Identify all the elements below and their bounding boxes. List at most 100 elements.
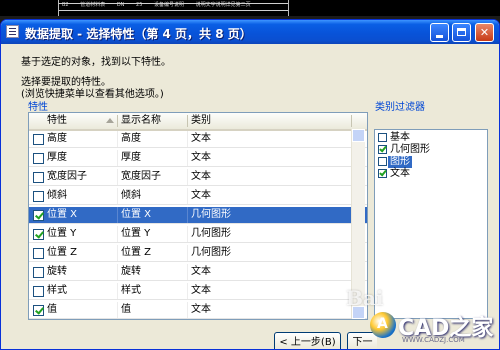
category-cell: 文本 bbox=[191, 133, 211, 144]
cell-divider bbox=[187, 188, 188, 204]
cell-divider bbox=[117, 283, 118, 299]
table-row[interactable]: 样式 样式 文本 bbox=[29, 283, 367, 300]
table-row[interactable]: 位置 Z 位置 Z 几何图形 bbox=[29, 245, 367, 262]
table-row[interactable]: 厚度 厚度 文本 bbox=[29, 150, 367, 167]
row-checkbox[interactable] bbox=[33, 134, 44, 145]
cell-divider bbox=[117, 169, 118, 185]
filter-checkbox[interactable] bbox=[378, 169, 387, 178]
back-button[interactable]: < 上一步(B) bbox=[274, 332, 341, 349]
category-cell: 几何图形 bbox=[191, 247, 231, 258]
table-row[interactable]: 旋转 旋转 文本 bbox=[29, 264, 367, 281]
bg-cell: 设备编号说明 bbox=[153, 2, 184, 8]
cell-divider bbox=[187, 150, 188, 166]
maximize-icon bbox=[457, 28, 466, 36]
display-name-cell: 值 bbox=[121, 304, 131, 315]
category-cell: 文本 bbox=[191, 190, 211, 201]
background-drawing-table: B2 管道材料表 DN 25 设备编号说明 说明文字说明详见第二页 bbox=[0, 0, 500, 16]
scroll-up-button[interactable] bbox=[352, 129, 365, 142]
cell-divider bbox=[117, 188, 118, 204]
table-rule bbox=[58, 10, 288, 11]
table-row[interactable]: 位置 Y 位置 Y 几何图形 bbox=[29, 226, 367, 243]
table-row[interactable]: 倾斜 倾斜 文本 bbox=[29, 188, 367, 205]
bg-cell: 管道材料表 bbox=[80, 2, 106, 8]
close-icon: ✕ bbox=[479, 26, 490, 39]
table-row[interactable]: 宽度因子 宽度因子 文本 bbox=[29, 169, 367, 186]
display-name-cell: 高度 bbox=[121, 133, 141, 144]
category-cell: 几何图形 bbox=[191, 228, 231, 239]
column-header-category[interactable]: 类别 bbox=[191, 113, 211, 129]
row-checkbox[interactable] bbox=[33, 210, 44, 221]
bg-cell: B2 bbox=[62, 2, 69, 8]
close-button[interactable]: ✕ bbox=[475, 23, 494, 42]
column-divider[interactable] bbox=[117, 115, 118, 127]
column-divider[interactable] bbox=[351, 115, 352, 127]
row-checkbox[interactable] bbox=[33, 172, 44, 183]
cell-divider bbox=[187, 264, 188, 280]
property-cell: 高度 bbox=[47, 133, 67, 144]
filter-item[interactable]: 几何图形 bbox=[375, 144, 487, 156]
filter-checkbox[interactable] bbox=[378, 145, 387, 154]
display-name-cell: 位置 Z bbox=[121, 247, 152, 258]
category-cell: 文本 bbox=[191, 171, 211, 182]
bg-cell: 25 bbox=[136, 2, 143, 8]
row-checkbox[interactable] bbox=[33, 153, 44, 164]
cell-divider bbox=[187, 226, 188, 242]
property-cell: 位置 Z bbox=[47, 247, 78, 258]
table-header: 特性 显示名称 类别 bbox=[29, 113, 367, 131]
watermark: Bai 经验 A CAD之家 WWW.CADZJ.COM bbox=[340, 286, 500, 350]
cell-divider bbox=[117, 264, 118, 280]
cell-divider bbox=[187, 283, 188, 299]
filter-item[interactable]: 图形 bbox=[375, 156, 487, 168]
cell-divider bbox=[187, 302, 188, 318]
cell-divider bbox=[117, 226, 118, 242]
minimize-button[interactable] bbox=[430, 23, 449, 42]
column-header-property[interactable]: 特性 bbox=[47, 113, 67, 129]
filter-checkbox[interactable] bbox=[378, 157, 387, 166]
row-checkbox[interactable] bbox=[33, 248, 44, 259]
row-checkbox[interactable] bbox=[33, 229, 44, 240]
display-name-cell: 倾斜 bbox=[121, 190, 141, 201]
category-cell: 文本 bbox=[191, 304, 211, 315]
filter-label: 图形 bbox=[388, 156, 412, 168]
display-name-cell: 位置 X bbox=[121, 209, 152, 220]
table-row[interactable]: 值 值 文本 bbox=[29, 302, 367, 319]
table-row[interactable]: 位置 X 位置 X 几何图形 bbox=[29, 207, 367, 224]
column-header-display-name[interactable]: 显示名称 bbox=[121, 113, 161, 129]
display-name-cell: 宽度因子 bbox=[121, 171, 161, 182]
properties-table: 特性 显示名称 类别 高度 高度 文本 厚度 厚度 文本 宽度因子 宽度因子 文本 倾斜 倾斜 文本位… bbox=[28, 112, 368, 320]
row-checkbox[interactable] bbox=[33, 267, 44, 278]
table-rule bbox=[58, 0, 59, 16]
table-row[interactable]: 高度 高度 文本 bbox=[29, 131, 367, 148]
bg-cell: 说明文字说明详见第二页 bbox=[195, 2, 251, 8]
filter-label: 基本 bbox=[390, 132, 410, 143]
properties-group-label: 特性 bbox=[28, 102, 48, 113]
property-cell: 倾斜 bbox=[47, 190, 67, 201]
filter-item[interactable]: 文本 bbox=[375, 168, 487, 180]
column-divider[interactable] bbox=[187, 115, 188, 127]
cell-divider bbox=[117, 302, 118, 318]
jingyan-watermark: 经验 bbox=[444, 290, 475, 308]
category-cell: 文本 bbox=[191, 266, 211, 277]
baidu-watermark: Bai bbox=[346, 286, 384, 310]
filter-checkbox[interactable] bbox=[378, 133, 387, 142]
background-table-cells: B2 管道材料表 DN 25 设备编号说明 说明文字说明详见第二页 bbox=[62, 1, 261, 8]
category-cell: 文本 bbox=[191, 285, 211, 296]
maximize-button[interactable] bbox=[452, 23, 471, 42]
display-name-cell: 旋转 bbox=[121, 266, 141, 277]
row-checkbox[interactable] bbox=[33, 305, 44, 316]
row-checkbox[interactable] bbox=[33, 286, 44, 297]
display-name-cell: 样式 bbox=[121, 285, 141, 296]
property-cell: 值 bbox=[47, 304, 57, 315]
filter-item[interactable]: 基本 bbox=[375, 132, 487, 144]
display-name-cell: 厚度 bbox=[121, 152, 141, 163]
title-bar[interactable]: 数据提取 - 选择特性（第 4 页，共 8 页） ✕ bbox=[1, 20, 499, 44]
property-cell: 位置 Y bbox=[47, 228, 77, 239]
cadzj-url: WWW.CADZJ.COM bbox=[402, 336, 465, 344]
cell-divider bbox=[187, 131, 188, 147]
bg-cell: DN bbox=[116, 2, 125, 8]
row-checkbox[interactable] bbox=[33, 191, 44, 202]
property-cell: 宽度因子 bbox=[47, 171, 87, 182]
cell-divider bbox=[117, 131, 118, 147]
cell-divider bbox=[117, 245, 118, 261]
category-cell: 文本 bbox=[191, 152, 211, 163]
